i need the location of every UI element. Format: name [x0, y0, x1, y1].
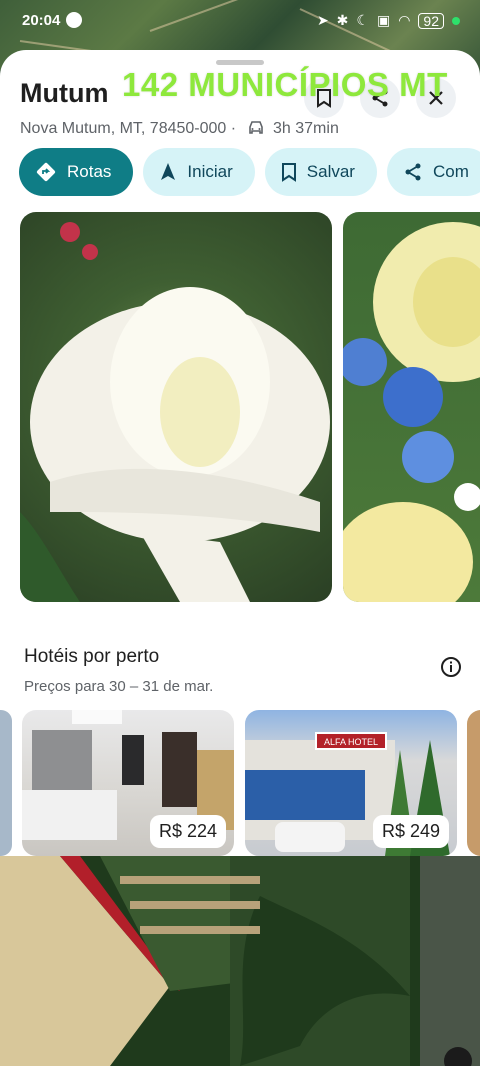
- no-sim-icon: ▣: [376, 12, 391, 28]
- save-label: Salvar: [306, 162, 355, 181]
- overlay-caption: 142 MUNICÍPIOS MT: [122, 66, 448, 103]
- hotel-card[interactable]: R$ 224: [22, 710, 234, 856]
- place-photo-roses-hydrangea[interactable]: [343, 212, 480, 602]
- car-icon: [247, 120, 265, 141]
- battery-icon: 92: [418, 12, 444, 29]
- place-title: Mutum: [20, 78, 109, 108]
- start-label: Iniciar: [187, 162, 233, 181]
- place-sheet[interactable]: Mutum 142 MUNICÍPIOS MT Nova Mutum, MT, …: [0, 50, 480, 856]
- share-icon: [405, 163, 421, 181]
- info-icon[interactable]: [440, 656, 462, 683]
- directions-button[interactable]: Rotas: [19, 148, 134, 196]
- share-chip-button[interactable]: Com: [386, 148, 480, 196]
- hotel-price: R$ 224: [149, 815, 226, 848]
- hotel-card[interactable]: ALFA HOTEL R$ 249: [245, 710, 457, 856]
- bookmark-icon: [281, 163, 296, 182]
- status-time: 20:04: [22, 12, 61, 29]
- video-overlay[interactable]: [0, 856, 480, 1066]
- action-chips: Rotas Iniciar Salvar Com: [19, 148, 480, 196]
- nearby-hotels-dates: Preços para 30 – 31 de mar.: [24, 678, 214, 695]
- separator-dot: ·: [230, 120, 237, 137]
- hotel-card-partial-left[interactable]: [0, 710, 12, 856]
- drag-handle[interactable]: [216, 60, 264, 65]
- hotel-price: R$ 249: [372, 815, 449, 848]
- hotel-card-partial-right[interactable]: [467, 710, 480, 856]
- nearby-hotels-title: Hotéis por perto: [24, 646, 160, 667]
- place-subtitle: Nova Mutum, MT, 78450-000 · 3h 37min: [20, 120, 339, 141]
- location-icon: ➤: [316, 12, 329, 28]
- active-dot-icon: [452, 16, 460, 25]
- wifi-icon: ◠: [398, 12, 411, 28]
- status-bar: 20:04 ➤ ✱ ☾ ▣ ◠ 92: [0, 0, 480, 44]
- save-button[interactable]: Salvar: [264, 148, 377, 196]
- share-label: Com: [432, 162, 469, 181]
- hotel-sign: ALFA HOTEL: [324, 737, 378, 747]
- place-address: Nova Mutum, MT, 78450-000: [20, 120, 227, 137]
- drive-time: 3h 37min: [273, 120, 339, 137]
- messenger-icon: [66, 12, 82, 28]
- bluetooth-icon: ✱: [336, 12, 349, 28]
- directions-icon: [36, 162, 56, 182]
- dnd-moon-icon: ☾: [356, 12, 369, 28]
- start-button[interactable]: Iniciar: [143, 148, 255, 196]
- place-photo-white-rose[interactable]: [20, 212, 332, 602]
- directions-label: Rotas: [67, 162, 112, 181]
- navigation-arrow-icon: [161, 163, 176, 180]
